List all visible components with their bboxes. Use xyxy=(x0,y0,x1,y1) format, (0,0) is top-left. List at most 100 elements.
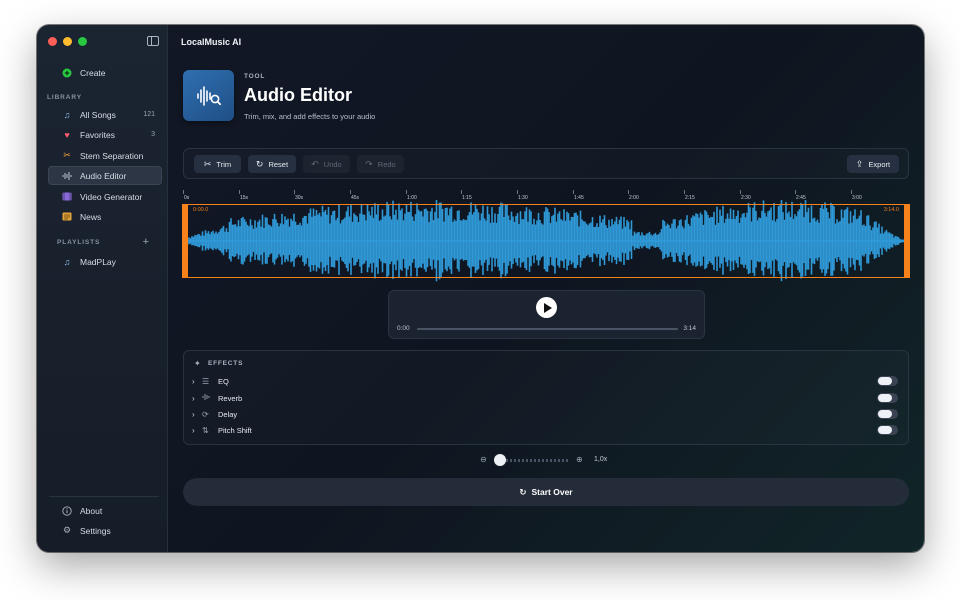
share-icon: ⇪ xyxy=(855,158,864,169)
add-playlist-icon[interactable]: + xyxy=(143,236,149,248)
close-window-button[interactable] xyxy=(48,37,57,46)
sidebar-item-news[interactable]: News xyxy=(49,207,161,226)
sidebar: Create LIBRARY ♫ All Songs 121 ♥ Favorit… xyxy=(37,25,168,552)
undo-icon: ↶ xyxy=(311,158,319,169)
sidebar-item-favorites[interactable]: ♥ Favorites 3 xyxy=(49,125,161,144)
sidebar-item-label: About xyxy=(80,505,103,516)
sidebar-item-playlist[interactable]: ♫ MadPLay xyxy=(49,252,161,271)
sidebar-item-audio-editor[interactable]: Audio Editor xyxy=(48,166,162,185)
effect-label: Delay xyxy=(218,409,238,419)
song-count-badge: 121 xyxy=(143,111,155,118)
current-time: 0:00 xyxy=(397,325,410,332)
app-window: Create LIBRARY ♫ All Songs 121 ♥ Favorit… xyxy=(37,25,924,552)
sidebar-item-video-generator[interactable]: Video Generator xyxy=(49,187,161,206)
waveform-icon xyxy=(62,171,72,181)
chevron-right-icon[interactable]: › xyxy=(192,426,202,435)
scissors-icon: ✂ xyxy=(203,158,212,169)
maximize-window-button[interactable] xyxy=(78,37,87,46)
tool-label: TOOL xyxy=(244,73,266,80)
sidebar-item-label: Video Generator xyxy=(80,191,143,202)
waveform-editor[interactable]: 0s 15s 30s 45s 1:00 1:15 1:30 1:45 2:00 2:15 2:30 2… xyxy=(182,190,910,282)
sidebar-item-label: Stem Separation xyxy=(80,150,144,161)
effect-row-reverb[interactable]: › Reverb xyxy=(192,391,900,405)
scissors-icon: ✂ xyxy=(63,150,71,160)
start-over-button[interactable]: ↻ Start Over xyxy=(183,478,909,506)
export-label: Export xyxy=(868,159,891,169)
gear-icon: ⚙ xyxy=(62,525,72,535)
sidebar-item-label: News xyxy=(80,211,102,222)
sidebar-item-label: MadPLay xyxy=(80,256,116,267)
effects-panel: ✦ EFFECTS › ☰ EQ › Reverb › ⟳ Delay › ⇅ … xyxy=(183,350,909,445)
film-icon xyxy=(62,192,72,202)
redo-icon: ↷ xyxy=(365,158,373,169)
effect-label: Pitch Shift xyxy=(218,425,252,435)
zoom-slider[interactable] xyxy=(498,459,570,462)
sidebar-item-label: Favorites xyxy=(80,129,115,140)
sidebar-toggle-icon[interactable] xyxy=(147,36,159,46)
music-note-icon: ♫ xyxy=(63,109,71,120)
newspaper-icon xyxy=(62,212,72,222)
reset-button[interactable]: ↻ Reset xyxy=(248,155,296,173)
undo-button[interactable]: ↶ Undo xyxy=(303,155,350,173)
sidebar-item-label: Audio Editor xyxy=(80,170,127,181)
reverb-toggle[interactable] xyxy=(877,393,898,403)
effect-row-delay[interactable]: › ⟳ Delay xyxy=(192,407,900,421)
sliders-icon: ☰ xyxy=(202,376,210,386)
chevron-right-icon[interactable]: › xyxy=(192,410,202,419)
effect-label: Reverb xyxy=(218,393,243,403)
sidebar-item-label: Settings xyxy=(80,525,111,536)
trim-start-handle[interactable] xyxy=(182,204,188,278)
library-section-label: LIBRARY xyxy=(47,94,82,101)
playback-scrubber[interactable] xyxy=(417,328,678,330)
sidebar-item-label: All Songs xyxy=(80,109,116,120)
trim-label: Trim xyxy=(216,159,232,169)
play-button[interactable] xyxy=(536,297,557,318)
effect-row-pitch-shift[interactable]: › ⇅ Pitch Shift xyxy=(192,423,900,437)
sidebar-item-create[interactable]: Create xyxy=(49,63,161,82)
trim-end-handle[interactable] xyxy=(904,204,910,278)
redo-button[interactable]: ↷ Redo xyxy=(357,155,404,173)
window-controls xyxy=(48,37,87,46)
reset-icon: ↻ xyxy=(519,486,527,497)
zoom-slider-thumb[interactable] xyxy=(494,454,506,466)
sidebar-item-about[interactable]: About xyxy=(49,501,161,520)
selection-region[interactable] xyxy=(183,204,909,278)
page-subtitle: Trim, mix, and add effects to your audio xyxy=(244,112,376,121)
sidebar-item-settings[interactable]: ⚙ Settings xyxy=(49,521,161,540)
minimize-window-button[interactable] xyxy=(63,37,72,46)
sidebar-item-label: Create xyxy=(80,67,106,78)
undo-label: Undo xyxy=(323,159,342,169)
sparkle-icon: ✦ xyxy=(194,359,201,368)
page-title: Audio Editor xyxy=(244,85,352,105)
zoom-in-icon[interactable]: ⊕ xyxy=(576,455,583,464)
duration-time: 3:14 xyxy=(683,325,696,332)
selection-start-time: 0:00.0 xyxy=(193,207,209,213)
effect-row-eq[interactable]: › ☰ EQ xyxy=(192,374,900,388)
audio-search-icon xyxy=(183,70,234,121)
plus-circle-icon xyxy=(62,68,72,78)
chevron-right-icon[interactable]: › xyxy=(192,394,202,403)
start-over-label: Start Over xyxy=(531,487,573,497)
export-button[interactable]: ⇪ Export xyxy=(847,155,899,173)
trim-button[interactable]: ✂ Trim xyxy=(194,155,241,173)
sidebar-item-all-songs[interactable]: ♫ All Songs 121 xyxy=(49,105,161,124)
sidebar-item-stem-separation[interactable]: ✂ Stem Separation xyxy=(49,146,161,165)
zoom-out-icon[interactable]: ⊖ xyxy=(480,455,487,464)
playlists-section-label: PLAYLISTS xyxy=(57,239,101,246)
eq-toggle[interactable] xyxy=(877,376,898,386)
heart-icon: ♥ xyxy=(64,129,70,140)
chevron-right-icon[interactable]: › xyxy=(192,377,202,386)
effects-title: EFFECTS xyxy=(208,360,244,367)
repeat-icon: ⟳ xyxy=(202,409,209,419)
effect-label: EQ xyxy=(218,376,229,386)
reset-icon: ↻ xyxy=(255,158,264,169)
pitch-shift-toggle[interactable] xyxy=(877,425,898,435)
selection-end-time: 3:14.0 xyxy=(883,207,899,213)
audio-player: 0:00 3:14 xyxy=(388,290,705,339)
delay-toggle[interactable] xyxy=(877,409,898,419)
editor-toolbar: ✂ Trim ↻ Reset ↶ Undo ↷ Redo ⇪ Export xyxy=(183,148,909,179)
wave-icon xyxy=(202,393,218,403)
arrows-updown-icon: ⇅ xyxy=(202,425,209,435)
zoom-level: 1,0x xyxy=(594,456,608,463)
reset-label: Reset xyxy=(268,159,289,169)
